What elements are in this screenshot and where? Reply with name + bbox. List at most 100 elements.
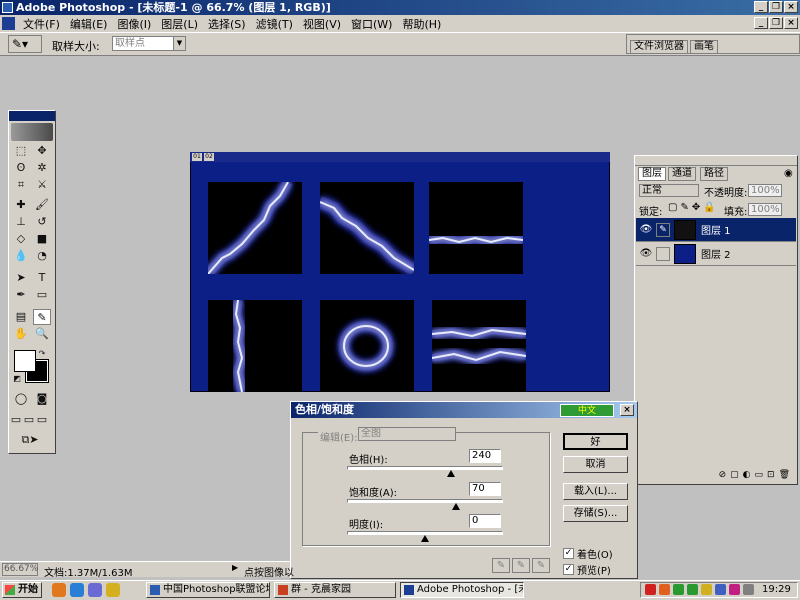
slice-tool-icon[interactable]: ⚔ xyxy=(33,177,51,193)
network-icon[interactable] xyxy=(673,584,684,595)
menu-layer[interactable]: 图层(L) xyxy=(156,16,203,32)
toolbox-header[interactable] xyxy=(9,111,55,121)
screen-mode-standard-icon[interactable]: ▭ xyxy=(10,412,22,428)
notes-tool-icon[interactable]: ▤ xyxy=(12,309,30,325)
pen-tool-icon[interactable]: ✒ xyxy=(12,287,30,303)
lightness-slider-thumb[interactable] xyxy=(421,535,429,542)
move-tool-icon[interactable]: ✥ xyxy=(33,143,51,159)
menu-help[interactable]: 帮助(H) xyxy=(397,16,446,32)
eyedropper-plus-icon[interactable]: ✎ xyxy=(512,558,530,573)
cancel-button[interactable]: 取消 xyxy=(563,456,628,473)
tool-preset-picker[interactable]: ✎▾ xyxy=(8,35,42,53)
sample-size-select[interactable]: 取样点 ▼ xyxy=(112,36,186,51)
doc-restore-button[interactable]: ❐ xyxy=(769,17,783,29)
ie-icon[interactable] xyxy=(70,583,84,597)
task-forum[interactable]: 中国Photoshop联盟论坛... xyxy=(146,582,270,598)
tab-file-browser[interactable]: 文件浏览器 xyxy=(630,40,688,54)
history-brush-tool-icon[interactable]: ↺ xyxy=(33,214,51,230)
swap-colors-icon[interactable]: ↷ xyxy=(36,349,48,359)
eye-icon[interactable]: 👁 xyxy=(639,247,653,261)
doc-minimize-button[interactable]: _ xyxy=(754,17,768,29)
menu-file[interactable]: 文件(F) xyxy=(18,16,65,32)
task-chat-group[interactable]: 群 - 克晨家园 xyxy=(274,582,396,598)
triangle-right-icon[interactable]: ▶ xyxy=(232,563,238,572)
zoom-field[interactable]: 66.67% xyxy=(2,563,38,576)
crop-tool-icon[interactable]: ⌗ xyxy=(12,177,30,193)
saturation-slider-thumb[interactable] xyxy=(452,503,461,510)
saturation-input[interactable]: 70 xyxy=(469,482,501,496)
hue-slider[interactable] xyxy=(347,466,503,470)
blend-mode-select[interactable]: 正常 xyxy=(639,184,699,197)
adobe-online-logo[interactable] xyxy=(11,123,53,141)
screen-mode-full-icon[interactable]: ▭ xyxy=(36,412,48,428)
desktop-icon[interactable] xyxy=(88,583,102,597)
trash-icon[interactable]: 🗑 xyxy=(779,470,790,484)
clone-stamp-tool-icon[interactable]: ⊥ xyxy=(12,214,30,230)
hue-slider-thumb[interactable] xyxy=(447,470,456,477)
update-icon[interactable] xyxy=(743,584,754,595)
jump-to-imageready-icon[interactable]: ⧉➤ xyxy=(12,432,48,448)
eye-icon[interactable]: 👁 xyxy=(639,223,653,237)
shield-icon[interactable] xyxy=(106,583,120,597)
eyedropper-icon[interactable]: ✎ xyxy=(492,558,510,573)
layer-style-icon[interactable]: ⊘ xyxy=(719,470,727,484)
colorize-checkbox[interactable]: ✓ 着色(O) xyxy=(563,546,613,561)
lasso-tool-icon[interactable]: ʘ xyxy=(12,160,30,176)
brush-icon[interactable]: ✎ xyxy=(656,222,670,237)
opacity-input[interactable]: 100% xyxy=(748,184,782,197)
hue-input[interactable]: 240 xyxy=(469,449,501,463)
tab-layers[interactable]: 图层 xyxy=(638,167,666,181)
marquee-tool-icon[interactable]: ⬚ xyxy=(12,143,30,159)
dialog-close-button[interactable]: × xyxy=(620,404,634,416)
doc-close-button[interactable]: × xyxy=(784,17,798,29)
menu-filter[interactable]: 滤镜(T) xyxy=(251,16,298,32)
default-colors-icon[interactable]: ◩ xyxy=(12,374,22,384)
doc-mini-button-2[interactable]: 02 xyxy=(204,153,214,161)
eraser-tool-icon[interactable]: ◇ xyxy=(12,231,30,247)
tab-channels[interactable]: 通道 xyxy=(668,167,696,181)
type-tool-icon[interactable]: T xyxy=(33,270,51,286)
blur-tool-icon[interactable]: 💧 xyxy=(12,248,30,264)
firefox-icon[interactable] xyxy=(52,583,66,597)
new-layer-icon[interactable]: ⊡ xyxy=(767,470,775,484)
fill-input[interactable]: 100% xyxy=(748,203,782,216)
magic-wand-tool-icon[interactable]: ✲ xyxy=(33,160,51,176)
link-icon[interactable] xyxy=(656,246,670,261)
preview-checkbox[interactable]: ✓ 预览(P) xyxy=(563,562,611,577)
ime-tray-icon[interactable] xyxy=(687,584,698,595)
new-set-icon[interactable]: ▭ xyxy=(755,470,764,484)
media-icon[interactable] xyxy=(729,584,740,595)
tab-paths[interactable]: 路径 xyxy=(700,167,728,181)
menu-window[interactable]: 窗口(W) xyxy=(346,16,397,32)
saturation-slider[interactable] xyxy=(347,499,503,503)
foreground-color-swatch[interactable] xyxy=(14,350,36,372)
close-button[interactable]: × xyxy=(784,1,798,13)
dodge-tool-icon[interactable]: ◔ xyxy=(33,248,51,264)
lightness-input[interactable]: 0 xyxy=(469,514,501,528)
brush-tool-icon[interactable]: 🖌 xyxy=(33,197,51,213)
minimize-button[interactable]: _ xyxy=(754,1,768,13)
speaker-icon[interactable] xyxy=(701,584,712,595)
standard-mode-icon[interactable]: ◯ xyxy=(12,391,30,407)
menu-select[interactable]: 选择(S) xyxy=(203,16,251,32)
edit-range-select[interactable]: 全图 xyxy=(358,427,456,441)
lock-icons[interactable]: ▢✎✥🔒 xyxy=(668,202,719,213)
zoom-tool-icon[interactable]: 🔍 xyxy=(33,326,51,342)
task-photoshop[interactable]: Adobe Photoshop - [未标... xyxy=(400,582,524,598)
layer-mask-icon[interactable]: ▢ xyxy=(730,470,739,484)
layer-row[interactable]: 👁 ✎ 图层 1 xyxy=(636,218,796,242)
adjustment-layer-icon[interactable]: ◐ xyxy=(743,470,751,484)
ok-button[interactable]: 好 xyxy=(563,433,628,450)
tab-brushes[interactable]: 画笔 xyxy=(690,40,718,54)
restore-button[interactable]: ❐ xyxy=(769,1,783,13)
menu-edit[interactable]: 编辑(E) xyxy=(65,16,113,32)
antivirus-icon[interactable] xyxy=(645,584,656,595)
chat-tray-icon[interactable] xyxy=(659,584,670,595)
healing-brush-tool-icon[interactable]: ✚ xyxy=(12,197,30,213)
shape-tool-icon[interactable]: ▭ xyxy=(33,287,51,303)
gradient-tool-icon[interactable]: ■ xyxy=(33,231,51,247)
path-selection-tool-icon[interactable]: ➤ xyxy=(12,270,30,286)
menu-view[interactable]: 视图(V) xyxy=(298,16,346,32)
ime-indicator[interactable]: 中文 xyxy=(560,404,614,417)
layer-row[interactable]: 👁 图层 2 xyxy=(636,242,796,266)
